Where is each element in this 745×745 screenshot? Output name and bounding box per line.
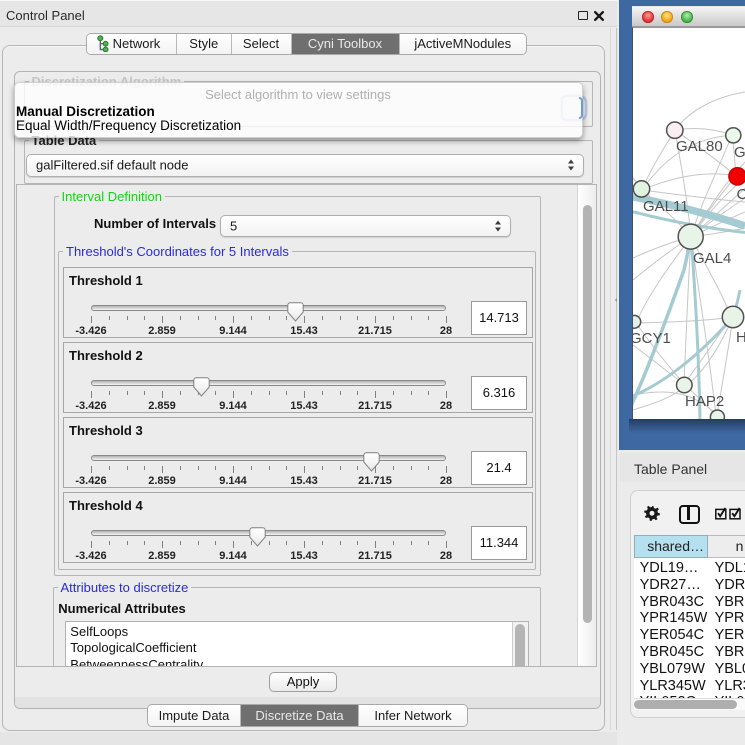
svg-text:GAL4: GAL4 — [693, 250, 731, 267]
svg-text:H: H — [736, 329, 745, 346]
svg-text:GCY1: GCY1 — [633, 330, 671, 347]
svg-text:HAP2: HAP2 — [685, 393, 724, 410]
svg-text:G: G — [734, 144, 745, 161]
svg-text:GAL80: GAL80 — [676, 138, 723, 155]
svg-text:C: C — [736, 186, 745, 203]
svg-text:GAL11: GAL11 — [643, 198, 689, 215]
